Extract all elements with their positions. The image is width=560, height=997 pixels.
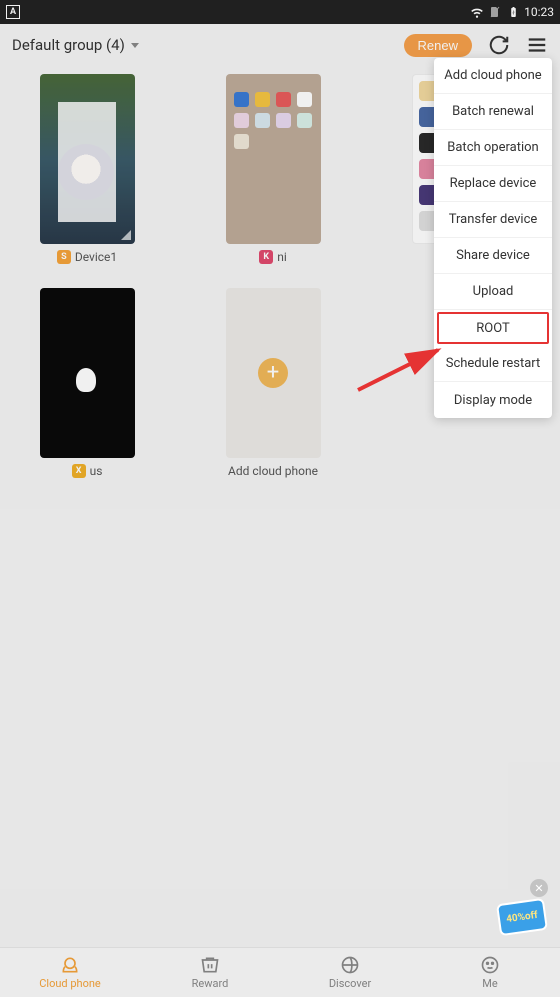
nav-label: Discover — [329, 977, 371, 990]
device-name: ni — [277, 250, 287, 264]
sim-icon — [488, 5, 502, 19]
battery-icon — [506, 5, 520, 19]
menu-item-batch-renewal[interactable]: Batch renewal — [434, 94, 552, 130]
refresh-icon[interactable] — [488, 34, 510, 56]
device-name: Device1 — [75, 250, 117, 264]
menu-item-share-device[interactable]: Share device — [434, 238, 552, 274]
menu-item-schedule-restart[interactable]: Schedule restart — [434, 346, 552, 382]
device-thumbnail — [40, 74, 135, 244]
menu-item-batch-operation[interactable]: Batch operation — [434, 130, 552, 166]
add-thumbnail: + — [226, 288, 321, 458]
device-card[interactable]: X us — [18, 288, 156, 478]
menu-item-root[interactable]: ROOT — [437, 312, 549, 344]
menu-item-replace-device[interactable]: Replace device — [434, 166, 552, 202]
close-promo-icon[interactable]: ✕ — [530, 879, 548, 897]
renew-button[interactable]: Renew — [404, 34, 472, 57]
nav-discover[interactable]: Discover — [280, 948, 420, 997]
cloud-phone-icon — [60, 955, 80, 975]
app-indicator-icon: A — [6, 5, 20, 19]
device-card[interactable]: S Device1 — [18, 74, 156, 264]
status-time: 10:23 — [524, 5, 554, 19]
wifi-icon — [470, 5, 484, 19]
add-cloud-phone-card[interactable]: + Add cloud phone — [204, 288, 342, 478]
nav-label: Reward — [192, 977, 229, 990]
add-card-label: Add cloud phone — [228, 464, 318, 478]
device-thumbnail — [226, 74, 321, 244]
menu-item-transfer-device[interactable]: Transfer device — [434, 202, 552, 238]
nav-cloud-phone[interactable]: Cloud phone — [0, 948, 140, 997]
options-menu: Add cloud phoneBatch renewalBatch operat… — [434, 58, 552, 418]
group-selector[interactable]: Default group (4) — [12, 36, 139, 54]
menu-item-upload[interactable]: Upload — [434, 274, 552, 310]
menu-item-add-cloud-phone[interactable]: Add cloud phone — [434, 58, 552, 94]
nav-me[interactable]: Me — [420, 948, 560, 997]
device-badge-icon: X — [72, 464, 86, 478]
device-name: us — [90, 464, 103, 478]
hamburger-icon[interactable] — [526, 34, 548, 56]
device-badge-icon: K — [259, 250, 273, 264]
chevron-down-icon — [131, 43, 139, 48]
reward-icon — [200, 955, 220, 975]
status-bar: A 10:23 — [0, 0, 560, 24]
menu-item-display-mode[interactable]: Display mode — [434, 382, 552, 418]
device-card[interactable]: K ni — [204, 74, 342, 264]
nav-label: Me — [482, 977, 497, 990]
device-badge-icon: S — [57, 250, 71, 264]
nav-reward[interactable]: Reward — [140, 948, 280, 997]
group-label: Default group (4) — [12, 36, 125, 54]
discover-icon — [340, 955, 360, 975]
me-icon — [480, 955, 500, 975]
device-thumbnail — [40, 288, 135, 458]
warning-triangle-icon — [121, 230, 131, 240]
promo-badge[interactable]: 40%off — [498, 901, 550, 941]
bottom-nav: Cloud phone Reward Discover Me — [0, 947, 560, 997]
plus-icon: + — [258, 358, 288, 388]
nav-label: Cloud phone — [39, 977, 101, 990]
